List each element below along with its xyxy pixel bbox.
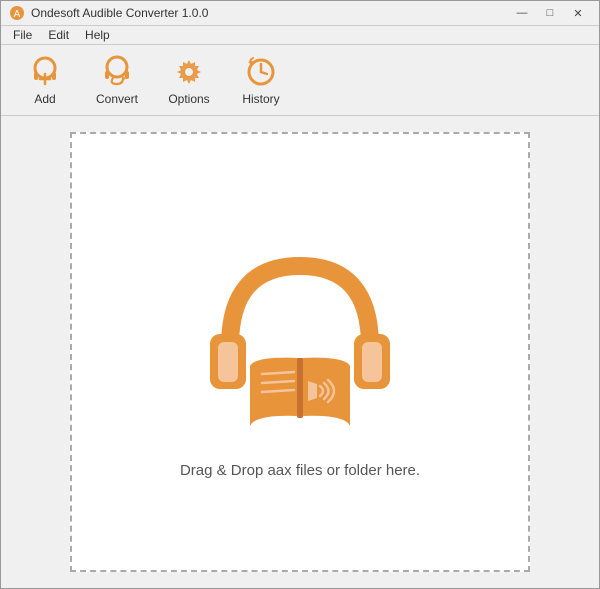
main-content: Drag & Drop aax files or folder here. [1, 116, 599, 588]
drop-zone[interactable]: Drag & Drop aax files or folder here. [70, 132, 530, 572]
title-bar-left: A Ondesoft Audible Converter 1.0.0 [9, 5, 208, 21]
history-icon [243, 54, 279, 90]
convert-label: Convert [96, 92, 138, 106]
convert-button[interactable]: Convert [83, 49, 151, 111]
add-label: Add [34, 92, 55, 106]
history-label: History [242, 92, 279, 106]
app-icon: A [9, 5, 25, 21]
drop-zone-icon [190, 226, 410, 446]
drop-zone-text: Drag & Drop aax files or folder here. [180, 462, 420, 479]
title-bar: A Ondesoft Audible Converter 1.0.0 — □ ✕ [1, 1, 599, 26]
minimize-button[interactable]: — [509, 3, 535, 23]
options-icon [171, 54, 207, 90]
close-button[interactable]: ✕ [565, 3, 591, 23]
svg-text:A: A [14, 9, 21, 20]
window-title: Ondesoft Audible Converter 1.0.0 [31, 6, 208, 20]
add-button[interactable]: Add [11, 49, 79, 111]
add-icon [27, 54, 63, 90]
app-window: A Ondesoft Audible Converter 1.0.0 — □ ✕… [0, 0, 600, 589]
menu-file[interactable]: File [5, 26, 40, 44]
history-button[interactable]: History [227, 49, 295, 111]
menu-edit[interactable]: Edit [40, 26, 77, 44]
menu-help[interactable]: Help [77, 26, 118, 44]
menu-bar: File Edit Help [1, 26, 599, 45]
window-controls: — □ ✕ [509, 3, 591, 23]
maximize-button[interactable]: □ [537, 3, 563, 23]
options-label: Options [168, 92, 209, 106]
options-button[interactable]: Options [155, 49, 223, 111]
toolbar: Add Convert Options [1, 45, 599, 116]
convert-icon [99, 54, 135, 90]
